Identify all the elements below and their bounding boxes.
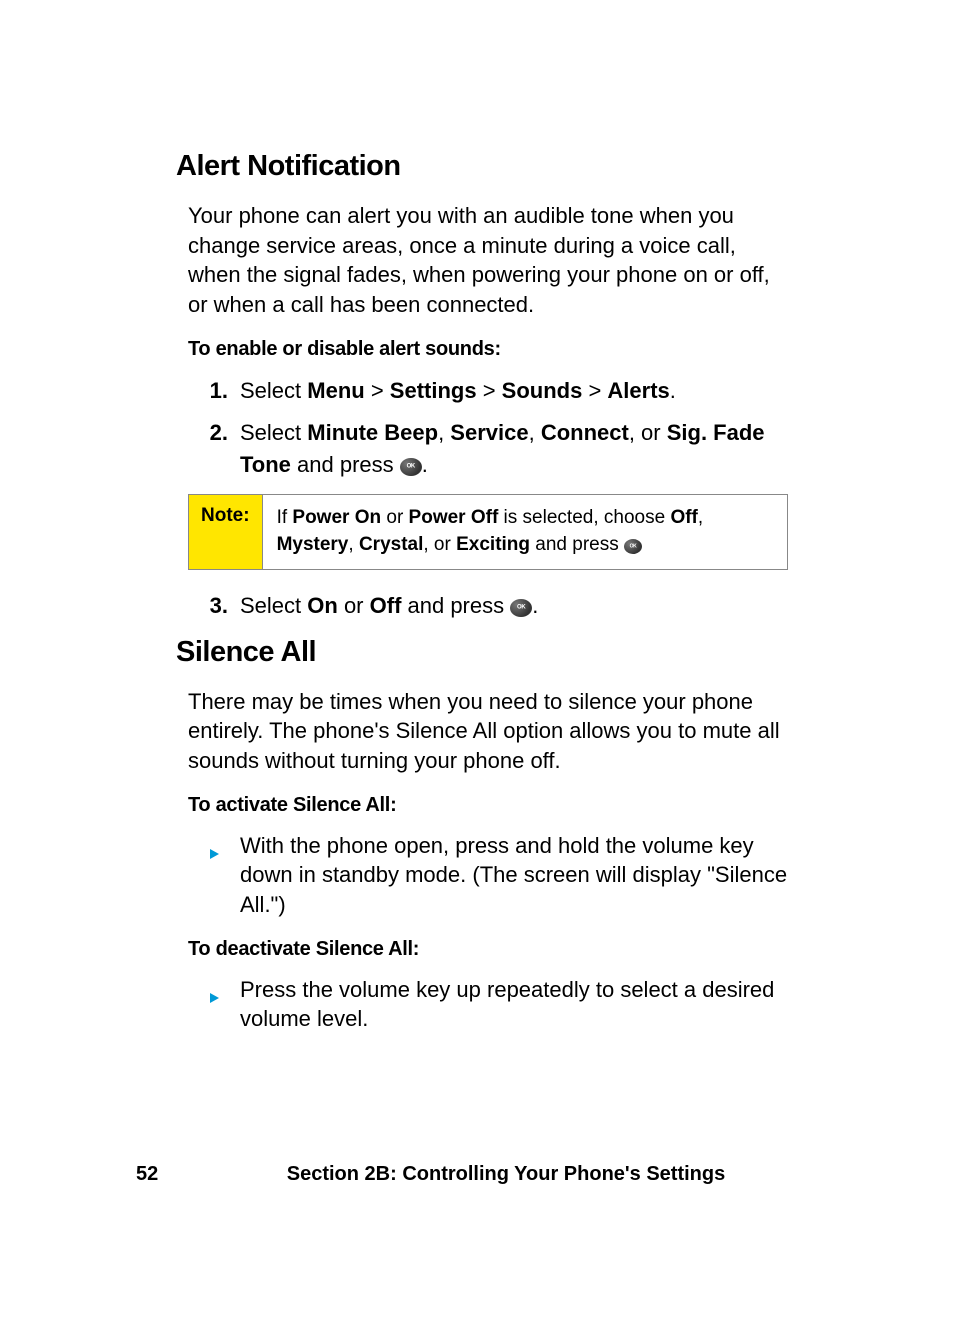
note-box: Note: If Power On or Power Off is select… <box>188 494 788 569</box>
option-name: Off <box>370 593 402 618</box>
ok-button-icon <box>510 599 532 617</box>
step-2: 2. Select Minute Beep, Service, Connect,… <box>188 417 788 481</box>
text: or <box>381 507 408 528</box>
text: > <box>365 378 390 403</box>
text: and press <box>291 452 400 477</box>
intro-paragraph: There may be times when you need to sile… <box>188 687 788 776</box>
heading-alert-notification: Alert Notification <box>176 150 788 183</box>
text: is selected, choose <box>498 507 670 528</box>
option-name: Exciting <box>456 534 530 555</box>
step-number: 1. <box>188 375 240 407</box>
text: > <box>477 378 502 403</box>
text: and press <box>530 534 624 555</box>
task-label-activate-silence: To activate Silence All: <box>188 794 788 817</box>
text: , <box>698 507 703 528</box>
option-name: Power On <box>292 507 381 528</box>
text: . <box>422 452 428 477</box>
step-3: 3. Select On or Off and press . <box>188 590 788 622</box>
note-label: Note: <box>189 495 263 568</box>
ok-button-icon <box>400 458 422 476</box>
step-number: 2. <box>188 417 240 449</box>
text: Select <box>240 593 307 618</box>
option-name: Crystal <box>359 534 423 555</box>
page-footer: 52 Section 2B: Controlling Your Phone's … <box>136 1163 816 1186</box>
text: , <box>438 420 450 445</box>
text: , or <box>423 534 456 555</box>
option-name: Power Off <box>409 507 499 528</box>
heading-silence-all: Silence All <box>176 636 788 669</box>
step-body: Select Menu > Settings > Sounds > Alerts… <box>240 375 788 407</box>
list-item: Press the volume key up repeatedly to se… <box>188 975 788 1034</box>
step-1: 1. Select Menu > Settings > Sounds > Ale… <box>188 375 788 407</box>
ordered-steps: 1. Select Menu > Settings > Sounds > Ale… <box>188 375 788 481</box>
note-body: If Power On or Power Off is selected, ch… <box>263 495 787 568</box>
option-name: Service <box>450 420 528 445</box>
step-number: 3. <box>188 590 240 622</box>
text: and press <box>401 593 510 618</box>
menu-path-item: Sounds <box>502 378 583 403</box>
triangle-bullet-icon <box>188 975 240 1011</box>
page-number: 52 <box>136 1163 196 1186</box>
intro-paragraph: Your phone can alert you with an audible… <box>188 201 788 320</box>
task-label-enable-alerts: To enable or disable alert sounds: <box>188 338 788 361</box>
text: , or <box>629 420 667 445</box>
list-item: With the phone open, press and hold the … <box>188 831 788 920</box>
option-name: On <box>307 593 338 618</box>
ok-button-icon <box>624 539 642 554</box>
text: Select <box>240 420 307 445</box>
text: or <box>338 593 370 618</box>
step-body: Select Minute Beep, Service, Connect, or… <box>240 417 788 481</box>
task-label-deactivate-silence: To deactivate Silence All: <box>188 938 788 961</box>
bullet-text: With the phone open, press and hold the … <box>240 831 788 920</box>
footer-section-title: Section 2B: Controlling Your Phone's Set… <box>196 1163 816 1186</box>
menu-path-item: Settings <box>390 378 477 403</box>
bullet-text: Press the volume key up repeatedly to se… <box>240 975 788 1034</box>
option-name: Minute Beep <box>307 420 438 445</box>
option-name: Off <box>670 507 697 528</box>
ordered-steps-continued: 3. Select On or Off and press . <box>188 590 788 622</box>
step-body: Select On or Off and press . <box>240 590 788 622</box>
text: . <box>670 378 676 403</box>
option-name: Connect <box>541 420 629 445</box>
bullet-list: With the phone open, press and hold the … <box>188 831 788 920</box>
bullet-list: Press the volume key up repeatedly to se… <box>188 975 788 1034</box>
text: Select <box>240 378 307 403</box>
triangle-bullet-icon <box>188 831 240 867</box>
text: , <box>348 534 359 555</box>
text: If <box>277 507 293 528</box>
option-name: Mystery <box>277 534 349 555</box>
text: > <box>582 378 607 403</box>
menu-path-item: Menu <box>307 378 364 403</box>
menu-path-item: Alerts <box>607 378 669 403</box>
text: , <box>529 420 541 445</box>
text: . <box>532 593 538 618</box>
